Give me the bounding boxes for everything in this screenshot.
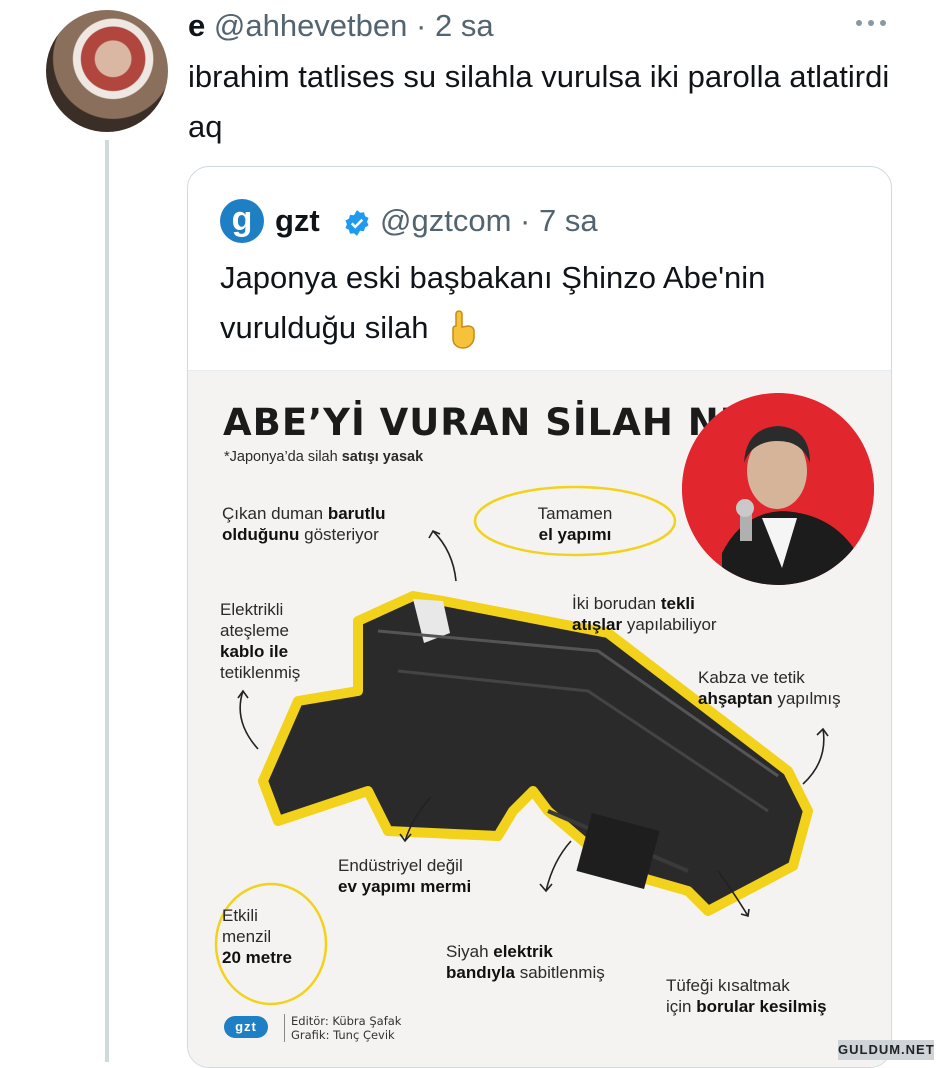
infographic-credits: Editör: Kübra Şafak Grafik: Tunç Çevik (284, 1014, 401, 1042)
quote-meta: @gztcom · 7 sa (380, 199, 598, 243)
quote-author-handle[interactable]: @gztcom (380, 203, 511, 238)
label-barrels: İki borudan tekli atışlar yapılabiliyor (572, 594, 717, 634)
quote-time[interactable]: 7 sa (539, 203, 598, 238)
credit-graphic: Grafik: Tunç Çevik (291, 1028, 395, 1042)
meta-separator: · (416, 8, 427, 43)
gun-infographic[interactable]: ABE’Yİ VURAN SİLAH NE? *Japonya’da silah… (188, 370, 891, 1067)
infographic-title: ABE’Yİ VURAN SİLAH NE? (223, 401, 769, 444)
label-grip: Kabza ve tetik ahşaptan yapılmış (698, 668, 841, 708)
credit-editor: Editör: Kübra Şafak (291, 1014, 402, 1028)
more-dots-icon[interactable] (851, 8, 891, 38)
author-handle[interactable]: @ahhevetben (214, 8, 408, 43)
abe-portrait (682, 393, 874, 585)
tweet-header: e @ahhevetben · 2 sa (188, 6, 494, 46)
subtitle-plain: *Japonya’da silah (224, 449, 342, 465)
quote-meta-separator: · (520, 203, 531, 238)
quote-avatar[interactable]: g (220, 199, 264, 243)
author-name[interactable]: e (188, 8, 205, 43)
label-electric: Elektrikli ateşleme kablo ile tetiklenmiş (220, 600, 301, 682)
label-tape: Siyah elektrik bandıyla sabitlenmiş (446, 942, 605, 982)
label-smoke: Çıkan duman barutlu olduğunu gösteriyor (222, 504, 386, 544)
gzt-logo: gzt (224, 1016, 268, 1038)
tweet-text: ibrahim tatlises su silahla vurulsa iki … (188, 59, 890, 144)
site-watermark: GULDUM.NET (838, 1040, 934, 1060)
user-avatar[interactable] (46, 10, 168, 132)
verified-badge-icon (345, 210, 369, 236)
label-cut: Tüfeği kısaltmak için borular kesilmiş (666, 976, 827, 1016)
quote-author-name[interactable]: gzt (275, 199, 320, 243)
label-ammo: Endüstriyel değil ev yapımı mermi (338, 856, 472, 896)
pointing-down-hand-icon (452, 310, 475, 349)
tweet-time[interactable]: 2 sa (435, 8, 494, 43)
thread-connector-line (105, 140, 109, 1062)
label-handmade: Tamamen el yapımı (537, 504, 613, 544)
quoted-tweet-card[interactable]: g gzt @gztcom · 7 sa Japonya eski başbak… (187, 166, 892, 1068)
subtitle-bold: satışı yasak (341, 449, 424, 465)
label-range: Etkili menzil 20 metre (222, 906, 292, 967)
infographic-subtitle: *Japonya’da silah satışı yasak (224, 449, 423, 465)
quote-text-block: Japonya eski başbakanı Şhinzo Abe'nin vu… (220, 253, 880, 353)
quote-text: Japonya eski başbakanı Şhinzo Abe'nin vu… (220, 260, 766, 345)
